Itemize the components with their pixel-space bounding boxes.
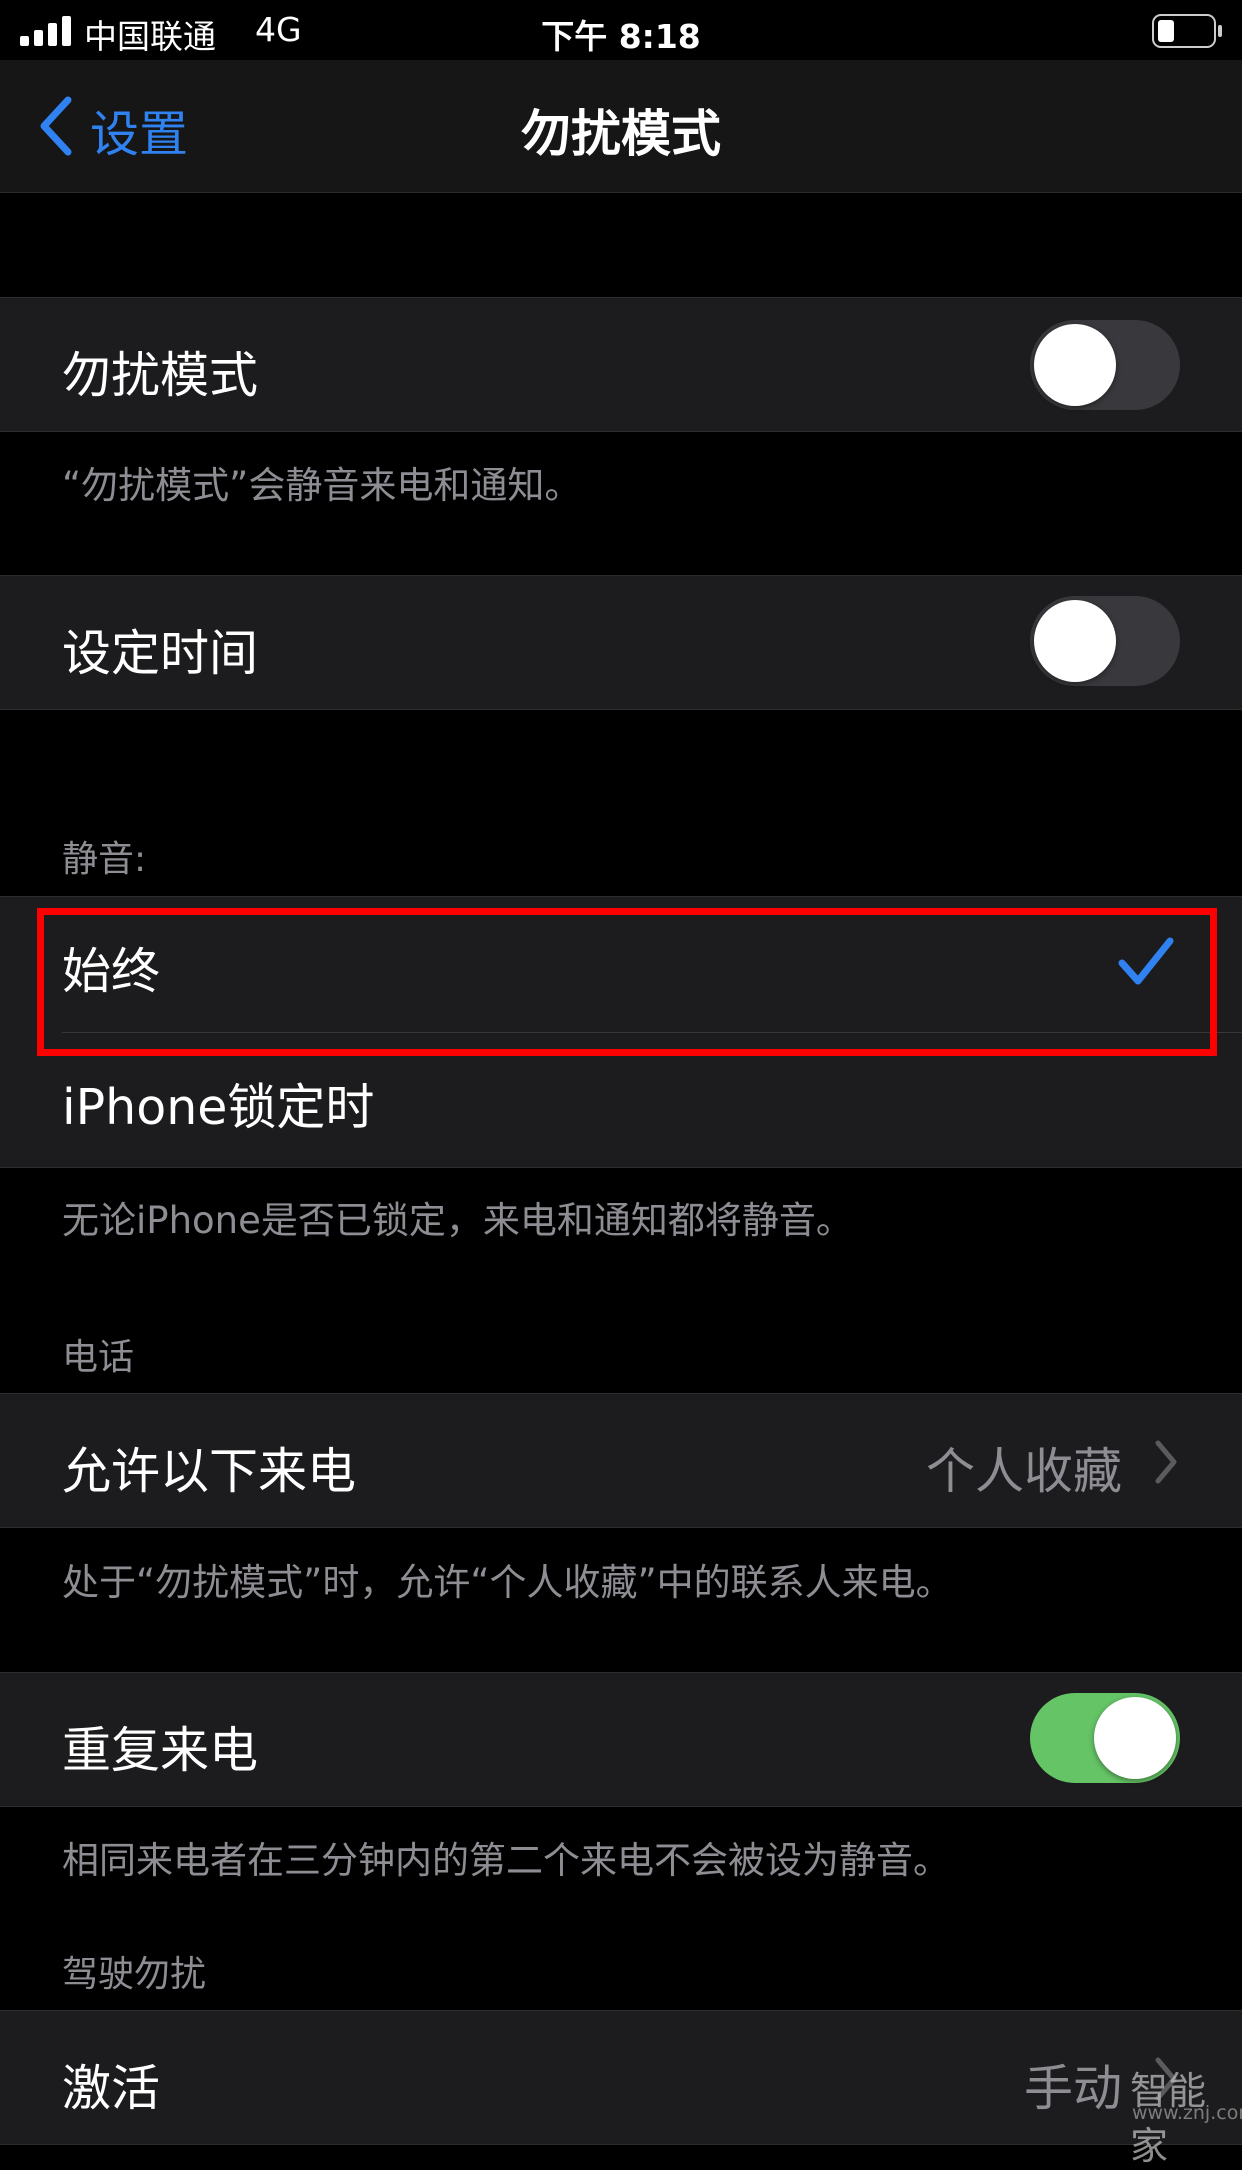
watermark-url: www.znj.com: [1132, 2102, 1242, 2124]
battery-icon: [1152, 14, 1222, 48]
status-time: 下午 8:18: [541, 17, 701, 56]
repeated-calls-footer: 相同来电者在三分钟内的第二个来电不会被设为静音。: [62, 1839, 950, 1882]
allow-calls-value: 个人收藏: [925, 1443, 1122, 1500]
navigation-bar: 设置 勿扰模式: [0, 60, 1242, 193]
repeated-calls-row: 重复来电: [0, 1672, 1242, 1807]
repeated-calls-toggle[interactable]: [1030, 1693, 1180, 1783]
silence-option-label: iPhone锁定时: [62, 1079, 375, 1136]
dnd-label: 勿扰模式: [62, 347, 259, 404]
repeated-calls-label: 重复来电: [62, 1722, 259, 1779]
dnd-footer: “勿扰模式”会静音来电和通知。: [62, 464, 582, 507]
phone-header: 电话: [62, 1337, 135, 1378]
highlight-box: [37, 908, 1217, 1056]
status-bar: 中国联通 4G 下午 8:18: [0, 0, 1242, 60]
activate-label: 激活: [62, 2060, 161, 2117]
toggle-knob: [1034, 600, 1116, 682]
page-title: 勿扰模式: [521, 105, 721, 163]
allow-calls-footer: 处于“勿扰模式”时，允许“个人收藏”中的联系人来电。: [62, 1561, 953, 1604]
chevron-right-icon: [1155, 1440, 1177, 1484]
allow-calls-row[interactable]: 允许以下来电 个人收藏: [0, 1393, 1242, 1528]
scheduled-row: 设定时间: [0, 575, 1242, 710]
activate-value: 手动: [1023, 2060, 1122, 2117]
activate-row[interactable]: 激活 手动: [0, 2010, 1242, 2145]
driving-header: 驾驶勿扰: [62, 1954, 207, 1995]
toggle-knob: [1034, 324, 1116, 406]
silence-header: 静音:: [62, 839, 147, 880]
scheduled-label: 设定时间: [62, 625, 259, 682]
allow-calls-label: 允许以下来电: [62, 1443, 357, 1500]
toggle-knob: [1094, 1697, 1176, 1779]
dnd-toggle[interactable]: [1030, 320, 1180, 410]
scheduled-toggle[interactable]: [1030, 596, 1180, 686]
dnd-row: 勿扰模式: [0, 297, 1242, 432]
silence-footer: 无论iPhone是否已锁定，来电和通知都将静音。: [62, 1199, 853, 1242]
